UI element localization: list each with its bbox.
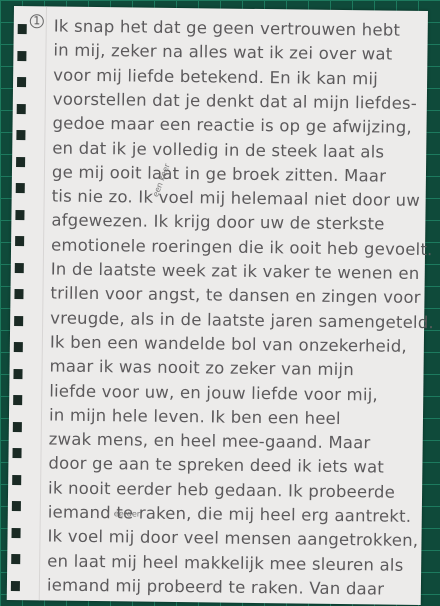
handwritten-line: ge mij ooit laat in ge broek zitten. Maa… bbox=[51, 162, 387, 186]
spiral-hole bbox=[13, 395, 23, 406]
spiral-hole bbox=[14, 289, 24, 300]
handwritten-line: door ge aan te spreken deed ik iets wat bbox=[48, 453, 385, 477]
margin-line bbox=[38, 6, 47, 601]
spiral-hole bbox=[11, 554, 21, 565]
spiral-hole bbox=[11, 501, 21, 512]
spiral-hole bbox=[15, 209, 25, 220]
spiral-hole bbox=[11, 527, 21, 538]
spiral-hole bbox=[12, 474, 22, 485]
spiral-hole bbox=[10, 580, 20, 591]
handwritten-line: trillen voor angst, te dansen en zingen … bbox=[50, 283, 421, 308]
spiral-hole bbox=[17, 24, 27, 35]
handwritten-line: liefde voor uw, en jouw liefde voor mij, bbox=[49, 380, 379, 404]
handwritten-line: afgewezen. Ik krijg door uw de sterkste bbox=[51, 210, 385, 234]
handwritten-line: in mij, zeker na alles wat ik zei over w… bbox=[53, 40, 393, 64]
handwritten-line: tis nie zo. Ik voel mij helemaal niet do… bbox=[51, 186, 421, 211]
handwritten-line: Ik snap het dat ge geen vertrouwen hebt bbox=[53, 16, 401, 40]
spiral-hole bbox=[14, 315, 24, 326]
notebook-page: 1 Ik snap het dat ge geen vertrouwen heb… bbox=[6, 6, 434, 606]
spiral-hole bbox=[14, 262, 24, 273]
spiral-hole bbox=[16, 130, 26, 141]
spiral-hole bbox=[15, 236, 25, 247]
spiral-hole bbox=[17, 50, 27, 61]
handwritten-line: voor mij liefde betekend. En ik kan mij bbox=[53, 65, 379, 89]
spiral-hole bbox=[12, 448, 22, 459]
handwritten-line: vreugde, als in de laatste jaren samenge… bbox=[50, 308, 435, 332]
handwritten-line: voorstellen dat je denkt dat al mijn lie… bbox=[52, 89, 418, 113]
page-number: 1 bbox=[29, 14, 44, 29]
spiral-hole bbox=[13, 368, 23, 379]
spiral-hole bbox=[17, 77, 27, 88]
handwritten-line: Ik voel mij door veel mensen aangetrokke… bbox=[47, 526, 419, 551]
handwritten-line: maar ik was nooit zo zeker van mijn bbox=[49, 356, 355, 380]
handwritten-line: In de laatste week zat ik vaker te wenen… bbox=[50, 259, 420, 283]
handwritten-line: Ik ben een wandelde bol van onzekerheid, bbox=[49, 332, 408, 356]
handwritten-line: zwak mens, en heel mee-gaand. Maar bbox=[48, 429, 371, 453]
spiral-hole bbox=[12, 421, 22, 432]
handwritten-line: en laat mij heel makkelijk mee sleuren a… bbox=[47, 551, 404, 575]
handwritten-line: iemand te raken, die mij heel erg aantre… bbox=[47, 502, 412, 526]
handwritten-line: emotionele roeringen die ik ooit heb gev… bbox=[50, 235, 433, 259]
handwritten-line: gedoe maar een reactie is op ge afwijzin… bbox=[52, 113, 413, 138]
spiral-hole bbox=[15, 183, 25, 194]
spiral-hole bbox=[13, 342, 23, 353]
spiral-hole bbox=[16, 103, 26, 114]
handwritten-line: ik nooit eerder heb gedaan. Ik probeerde bbox=[48, 478, 396, 502]
handwritten-line: in mijn hele leven. Ik ben een heel bbox=[48, 405, 341, 428]
handwritten-line: en dat ik je volledig in de steek laat a… bbox=[52, 137, 385, 162]
spiral-hole bbox=[16, 156, 26, 167]
handwritten-line: iemand mij probeerd te raken. Van daar bbox=[46, 575, 385, 599]
insertion-note: eerder bbox=[113, 509, 141, 519]
